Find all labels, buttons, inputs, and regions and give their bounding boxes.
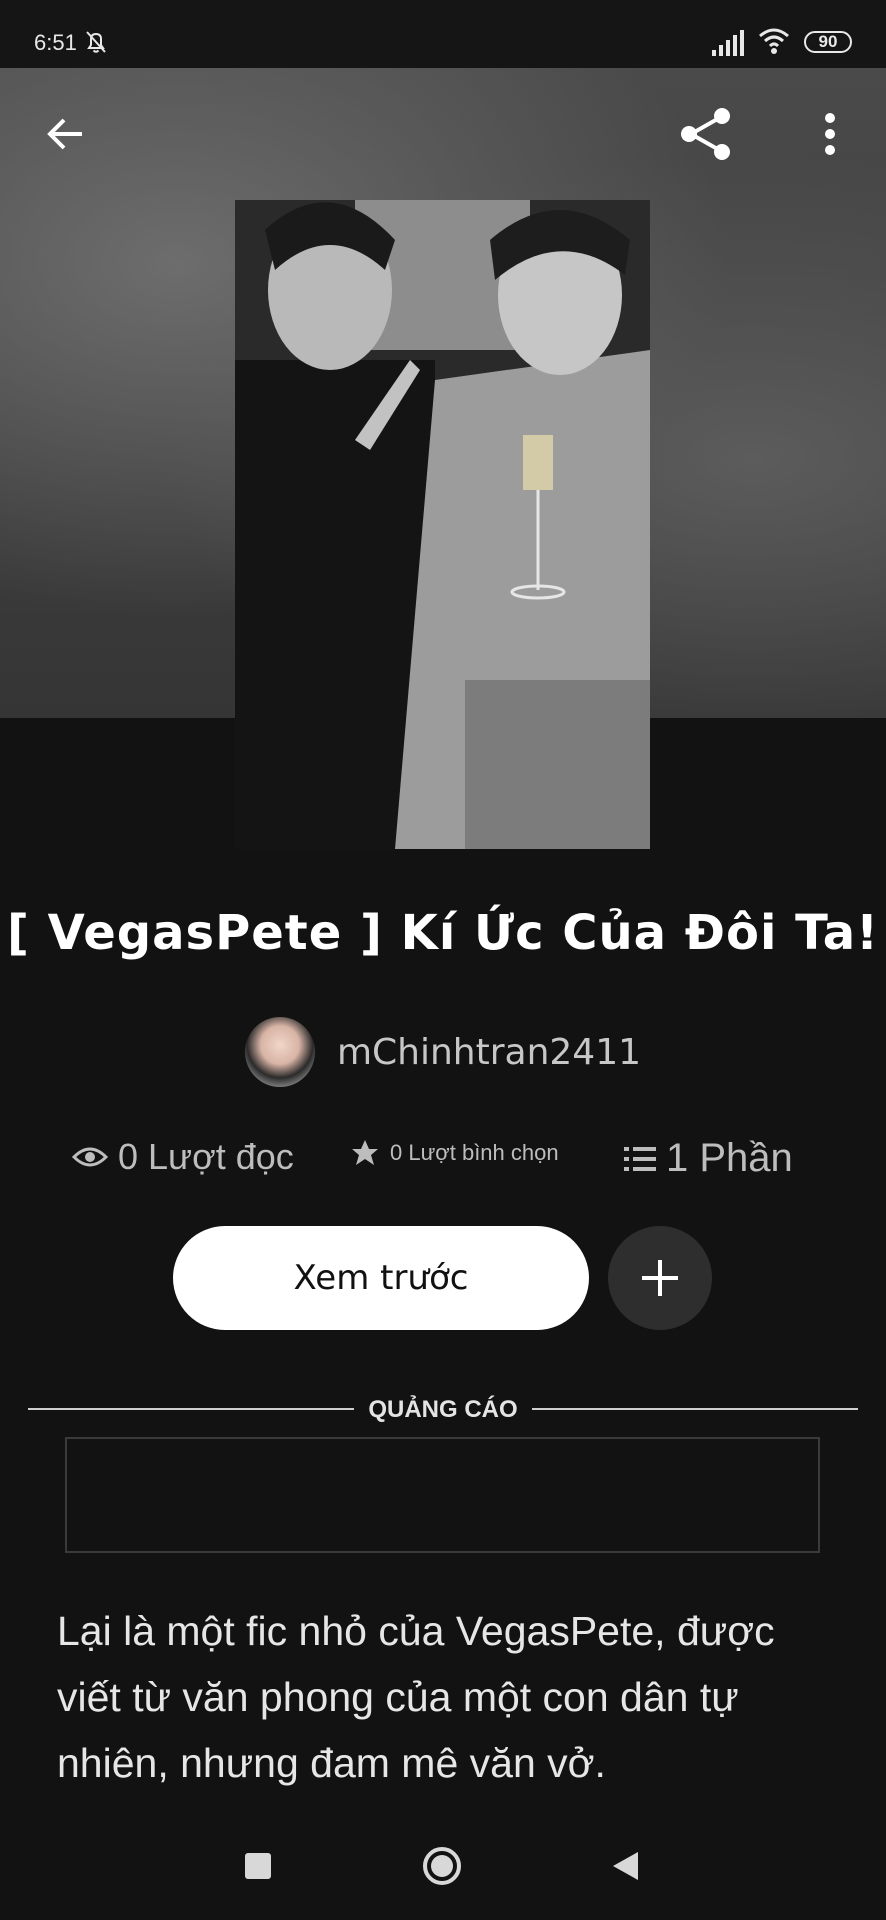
ad-label: QUẢNG CÁO — [368, 1396, 518, 1423]
back-arrow-icon — [47, 118, 82, 150]
status-time: 6:51 — [34, 30, 77, 55]
wifi-icon — [758, 26, 790, 56]
author-name[interactable]: mChinhtran2411 — [337, 1032, 641, 1073]
parts-count: 1 Phần — [666, 1136, 793, 1180]
bell-off-icon — [82, 28, 110, 56]
ad-slot[interactable] — [65, 1437, 820, 1553]
status-bar — [0, 0, 886, 68]
parts-stat: 1 Phần — [624, 1136, 793, 1181]
ad-divider — [28, 1408, 354, 1410]
votes-stat: 0 Lượt bình chọn — [350, 1138, 559, 1168]
battery-icon: 90 — [804, 31, 852, 53]
preview-button[interactable]: Xem trước — [173, 1226, 589, 1330]
back-button[interactable] — [34, 102, 98, 166]
signal-icon — [712, 30, 744, 56]
more-options-button[interactable] — [798, 102, 862, 166]
eye-icon — [72, 1147, 108, 1167]
author-row[interactable]: mChinhtran2411 — [0, 1015, 886, 1089]
reads-count: 0 Lượt đọc — [118, 1136, 294, 1177]
list-icon — [624, 1146, 656, 1171]
triangle-back-icon — [613, 1852, 638, 1880]
more-vertical-icon — [825, 113, 835, 155]
votes-count: 0 Lượt bình chọn — [390, 1140, 559, 1165]
share-button[interactable] — [674, 102, 738, 166]
stats-row: 0 Lượt đọc 0 Lượt bình chọn 1 Phần — [0, 1130, 886, 1190]
plus-icon — [642, 1260, 678, 1296]
home-circle-icon — [423, 1847, 461, 1885]
recents-button[interactable] — [245, 1853, 271, 1879]
ad-divider — [532, 1408, 858, 1410]
reads-stat: 0 Lượt đọc — [72, 1136, 294, 1178]
story-title: [ VegasPete ] Kí Ức Của Đôi Ta! — [7, 905, 879, 961]
star-icon — [352, 1140, 378, 1165]
share-icon — [681, 108, 730, 160]
avatar[interactable] — [244, 1017, 315, 1087]
story-cover-image[interactable] — [235, 200, 650, 849]
story-description: Lại là một fic nhỏ của VegasPete, được v… — [57, 1608, 775, 1786]
nav-back-button[interactable] — [610, 1850, 640, 1882]
add-to-library-button[interactable] — [608, 1226, 712, 1330]
home-button[interactable] — [421, 1845, 463, 1887]
